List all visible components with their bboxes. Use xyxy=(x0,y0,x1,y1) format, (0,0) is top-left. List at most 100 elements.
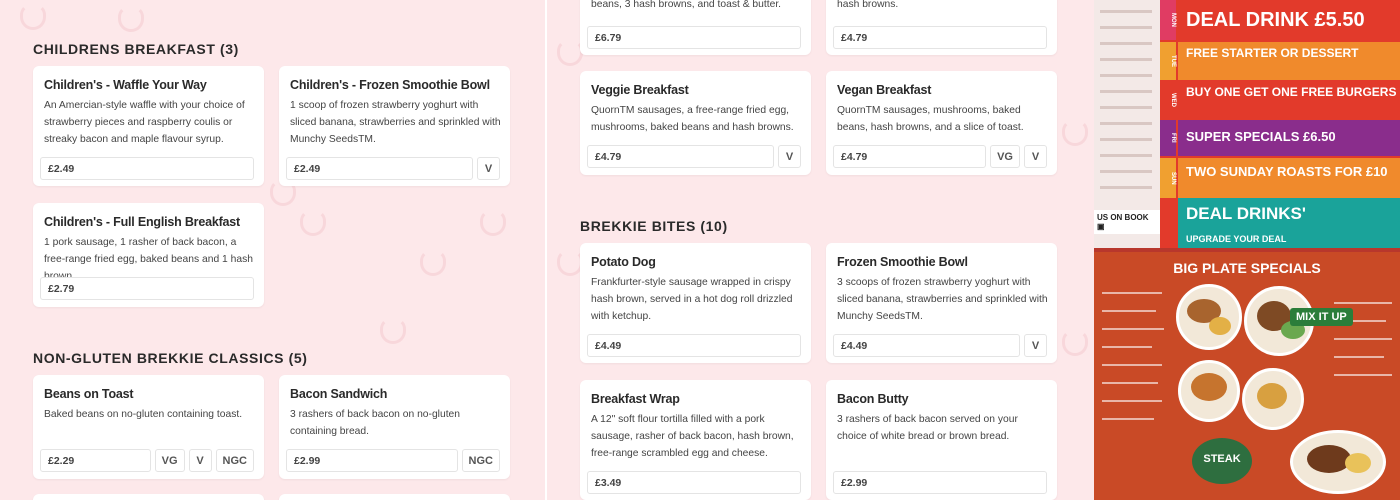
item-title: Children's - Frozen Smoothie Bowl xyxy=(290,78,490,92)
no-gluten-badge: NGC xyxy=(461,449,500,472)
menu-sheet: US ON BOOK ▣ xyxy=(1094,0,1160,248)
food-plate-icon xyxy=(1176,284,1242,350)
item-price: £4.49 xyxy=(833,334,1020,357)
price-row: £6.79 xyxy=(587,26,801,49)
price-row: £4.49 xyxy=(587,334,801,357)
food-plate-icon xyxy=(1242,368,1304,430)
item-price: £6.79 xyxy=(587,26,801,49)
price-row: £4.79 V xyxy=(587,145,801,168)
pattern-icon xyxy=(1062,120,1088,146)
menu-item-card[interactable] xyxy=(33,494,264,500)
menu-item-card[interactable]: Vegan Breakfast QuornTM sausages, mushro… xyxy=(826,71,1057,175)
vegetarian-badge: V xyxy=(778,145,801,168)
pattern-icon xyxy=(1062,330,1088,356)
item-price: £2.79 xyxy=(40,277,254,300)
item-title: Bacon Butty xyxy=(837,392,909,406)
menu-column-left: CHILDRENS BREAKFAST (3) Children's - Waf… xyxy=(0,0,545,500)
menu-item-card[interactable]: Frozen Smoothie Bowl 3 scoops of frozen … xyxy=(826,243,1057,363)
deal-banner: SUPER SPECIALS £6.50 xyxy=(1178,120,1400,156)
food-plate-icon xyxy=(1178,360,1240,422)
menu-item-card[interactable]: beans, 3 hash browns, and toast & butter… xyxy=(580,0,811,55)
vegetarian-badge: V xyxy=(477,157,500,180)
item-title: Breakfast Wrap xyxy=(591,392,680,406)
big-plate-specials-photo[interactable]: BIG PLATE SPECIALS MIX IT UP STEAK xyxy=(1094,252,1400,500)
price-row: £2.49 V xyxy=(286,157,500,180)
item-description: Frankfurter-style sausage wrapped in cri… xyxy=(591,277,793,322)
price-row: £2.99 NGC xyxy=(286,449,500,472)
section-heading-nongluten: NON-GLUTEN BREKKIE CLASSICS (5) xyxy=(33,350,308,366)
item-title: Bacon Sandwich xyxy=(290,387,388,401)
pattern-icon xyxy=(380,318,406,344)
upgrade-footer: UPGRADE YOUR DEAL xyxy=(1186,234,1287,244)
menu-item-card[interactable]: Children's - Full English Breakfast 1 po… xyxy=(33,203,264,307)
item-title: Veggie Breakfast xyxy=(591,83,689,97)
item-price: £4.49 xyxy=(587,334,801,357)
menu-item-card[interactable]: Children's - Frozen Smoothie Bowl 1 scoo… xyxy=(279,66,510,186)
social-link-text: US ON BOOK ▣ xyxy=(1094,210,1160,234)
price-row: £2.79 xyxy=(40,277,254,300)
item-title: Beans on Toast xyxy=(44,387,134,401)
item-description: Baked beans on no-gluten containing toas… xyxy=(44,409,243,420)
pattern-icon xyxy=(480,210,506,236)
menu-item-card[interactable] xyxy=(279,494,510,500)
item-price: £4.79 xyxy=(587,145,774,168)
section-heading-childrens: CHILDRENS BREAKFAST (3) xyxy=(33,41,239,57)
price-row: £2.49 xyxy=(40,157,254,180)
menu-item-card[interactable]: Breakfast Wrap A 12" soft flour tortilla… xyxy=(580,380,811,500)
item-description: hash browns. xyxy=(837,0,899,10)
menu-item-card[interactable]: Children's - Waffle Your Way An Amercian… xyxy=(33,66,264,186)
vegetarian-badge: V xyxy=(1024,334,1047,357)
menu-item-card[interactable]: Bacon Sandwich 3 rashers of back bacon o… xyxy=(279,375,510,479)
item-description: 1 scoop of frozen strawberry yoghurt wit… xyxy=(290,100,501,145)
deal-banner: DEAL DRINK £5.50 xyxy=(1178,0,1400,40)
deal-banner: FREE STARTER OR DESSERT xyxy=(1178,42,1400,80)
menu-item-card[interactable]: Beans on Toast Baked beans on no-gluten … xyxy=(33,375,264,479)
item-title: Children's - Waffle Your Way xyxy=(44,78,207,92)
item-title: Vegan Breakfast xyxy=(837,83,932,97)
item-price: £4.79 xyxy=(833,145,987,168)
item-description: QuornTM sausages, mushrooms, baked beans… xyxy=(837,105,1024,133)
item-description: A 12" soft flour tortilla filled with a … xyxy=(591,414,794,459)
item-price: £2.99 xyxy=(286,449,458,472)
specials-title: BIG PLATE SPECIALS xyxy=(1173,260,1321,276)
item-description: QuornTM sausages, a free-range fried egg… xyxy=(591,105,794,133)
item-title: Frozen Smoothie Bowl xyxy=(837,255,968,269)
item-title: Potato Dog xyxy=(591,255,656,269)
pattern-icon xyxy=(300,210,326,236)
price-row: £3.49 xyxy=(587,471,801,494)
menu-item-card[interactable]: Bacon Butty 3 rashers of back bacon serv… xyxy=(826,380,1057,500)
section-heading-brekkie-bites: BREKKIE BITES (10) xyxy=(580,218,728,234)
price-row: £4.49 V xyxy=(833,334,1047,357)
deal-banner: BUY ONE GET ONE FREE BURGERS xyxy=(1178,82,1400,118)
pattern-icon xyxy=(20,4,46,30)
item-title: Children's - Full English Breakfast xyxy=(44,215,241,229)
menu-item-card[interactable]: Veggie Breakfast QuornTM sausages, a fre… xyxy=(580,71,811,175)
deal-banner: TWO SUNDAY ROASTS FOR £10 xyxy=(1178,158,1400,198)
vegan-badge: VG xyxy=(990,145,1020,168)
item-price: £2.49 xyxy=(286,157,473,180)
no-gluten-badge: NGC xyxy=(215,449,254,472)
item-price: £2.29 xyxy=(40,449,151,472)
item-description: 3 rashers of back bacon on no-gluten con… xyxy=(290,409,461,437)
pattern-icon xyxy=(420,250,446,276)
price-row: £4.79 xyxy=(833,26,1047,49)
mix-it-up-badge: MIX IT UP xyxy=(1290,308,1353,326)
vegetarian-badge: V xyxy=(1024,145,1047,168)
item-description: 3 rashers of back bacon served on your c… xyxy=(837,414,1018,442)
item-price: £2.49 xyxy=(40,157,254,180)
pattern-icon xyxy=(118,6,144,32)
menu-column-middle: beans, 3 hash browns, and toast & butter… xyxy=(547,0,1094,500)
deals-menu-photo[interactable]: US ON BOOK ▣ MON TUE WED FRI SUN DEAL DR… xyxy=(1094,0,1400,248)
price-row: £2.29 VG V NGC xyxy=(40,449,254,472)
item-price: £2.99 xyxy=(833,471,1047,494)
menu-item-card[interactable]: hash browns. £4.79 xyxy=(826,0,1057,55)
item-description: 3 scoops of frozen strawberry yoghurt wi… xyxy=(837,277,1048,322)
menu-item-card[interactable]: Potato Dog Frankfurter-style sausage wra… xyxy=(580,243,811,363)
price-row: £4.79 VG V xyxy=(833,145,1047,168)
item-description: An Amercian-style waffle with your choic… xyxy=(44,100,245,145)
vegan-badge: VG xyxy=(154,449,185,472)
steak-badge: STEAK xyxy=(1192,438,1252,484)
vegetarian-badge: V xyxy=(188,449,212,472)
item-description: beans, 3 hash browns, and toast & butter… xyxy=(591,0,782,10)
photo-column: US ON BOOK ▣ MON TUE WED FRI SUN DEAL DR… xyxy=(1094,0,1400,500)
